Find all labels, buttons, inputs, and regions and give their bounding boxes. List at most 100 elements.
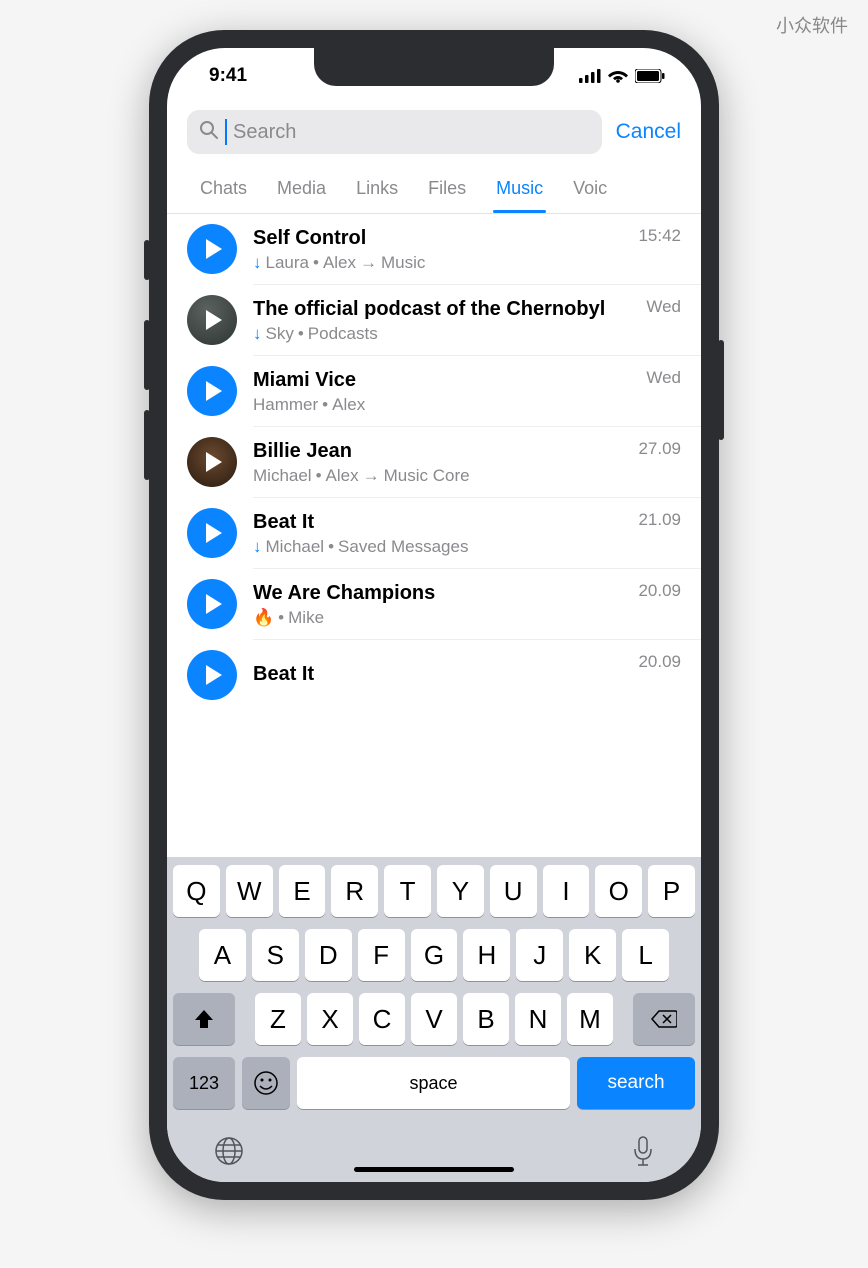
tab-links[interactable]: Links xyxy=(341,172,413,213)
item-body: Self Control↓ Laura • Alex →Music xyxy=(253,226,622,273)
sub-text: Alex xyxy=(332,395,365,415)
item-subtitle: 🔥 • Mike xyxy=(253,608,622,628)
key-c[interactable]: C xyxy=(359,993,405,1045)
list-item[interactable]: Miami ViceHammer • AlexWed xyxy=(167,356,701,426)
text-cursor xyxy=(225,119,227,145)
music-list[interactable]: Self Control↓ Laura • Alex →Music15:42Th… xyxy=(167,214,701,857)
space-key[interactable]: space xyxy=(297,1057,570,1109)
sub-text: Hammer xyxy=(253,395,318,415)
key-e[interactable]: E xyxy=(279,865,326,917)
item-time: 21.09 xyxy=(638,510,681,530)
list-item[interactable]: We Are Champions🔥 • Mike 20.09 xyxy=(167,569,701,639)
item-body: Beat It↓ Michael • Saved Messages xyxy=(253,510,622,557)
sub-text: • xyxy=(322,395,328,415)
item-time: 20.09 xyxy=(638,652,681,672)
item-time: 27.09 xyxy=(638,439,681,459)
list-item[interactable]: The official podcast of the Chernobyl↓ S… xyxy=(167,285,701,355)
key-u[interactable]: U xyxy=(490,865,537,917)
mic-icon[interactable] xyxy=(631,1135,655,1172)
key-q[interactable]: Q xyxy=(173,865,220,917)
sub-text: Music xyxy=(381,253,425,273)
tab-chats[interactable]: Chats xyxy=(185,172,262,213)
item-title: Beat It xyxy=(253,662,622,687)
forward-icon: → xyxy=(360,253,377,273)
tab-music[interactable]: Music xyxy=(481,172,558,213)
tab-media[interactable]: Media xyxy=(262,172,341,213)
tab-voice[interactable]: Voic xyxy=(558,172,622,213)
key-p[interactable]: P xyxy=(648,865,695,917)
numbers-key[interactable]: 123 xyxy=(173,1057,235,1109)
side-button xyxy=(144,240,150,280)
key-i[interactable]: I xyxy=(543,865,590,917)
key-a[interactable]: A xyxy=(199,929,246,981)
key-v[interactable]: V xyxy=(411,993,457,1045)
side-button xyxy=(718,340,724,440)
list-item[interactable]: Self Control↓ Laura • Alex →Music15:42 xyxy=(167,214,701,284)
phone-frame: 9:41 Cancel xyxy=(149,30,719,1200)
side-button xyxy=(144,410,150,480)
search-input[interactable] xyxy=(233,121,590,144)
sub-text: • xyxy=(298,324,304,344)
play-button[interactable] xyxy=(187,579,237,629)
home-indicator[interactable] xyxy=(354,1167,514,1172)
play-icon xyxy=(206,665,222,685)
item-body: We Are Champions🔥 • Mike xyxy=(253,581,622,628)
list-item[interactable]: Beat It 20.09 xyxy=(167,640,701,710)
sub-text: Saved Messages xyxy=(338,537,468,557)
item-subtitle: Michael • Alex →Music Core xyxy=(253,466,622,486)
sub-text: • xyxy=(316,466,322,486)
item-subtitle: Hammer • Alex xyxy=(253,395,630,415)
play-button[interactable] xyxy=(187,295,237,345)
emoji-key[interactable] xyxy=(242,1057,290,1109)
play-button[interactable] xyxy=(187,508,237,558)
cellular-icon xyxy=(579,69,601,83)
download-icon: ↓ xyxy=(253,253,262,273)
play-icon xyxy=(206,310,222,330)
play-button[interactable] xyxy=(187,437,237,487)
item-title: Billie Jean xyxy=(253,439,622,464)
item-subtitle: ↓ Laura • Alex →Music xyxy=(253,253,622,273)
search-box[interactable] xyxy=(187,110,602,154)
cancel-button[interactable]: Cancel xyxy=(616,120,681,144)
key-m[interactable]: M xyxy=(567,993,613,1045)
key-o[interactable]: O xyxy=(595,865,642,917)
backspace-key[interactable] xyxy=(633,993,695,1045)
key-d[interactable]: D xyxy=(305,929,352,981)
key-z[interactable]: Z xyxy=(255,993,301,1045)
key-f[interactable]: F xyxy=(358,929,405,981)
key-l[interactable]: L xyxy=(622,929,669,981)
key-s[interactable]: S xyxy=(252,929,299,981)
search-key[interactable]: search xyxy=(577,1057,695,1109)
list-item[interactable]: Billie JeanMichael • Alex →Music Core 27.… xyxy=(167,427,701,497)
key-j[interactable]: J xyxy=(516,929,563,981)
fire-icon: 🔥 xyxy=(253,608,274,628)
key-g[interactable]: G xyxy=(411,929,458,981)
globe-icon[interactable] xyxy=(213,1135,245,1172)
status-time: 9:41 xyxy=(209,65,247,87)
play-button[interactable] xyxy=(187,650,237,700)
play-icon xyxy=(206,239,222,259)
sub-text: • xyxy=(313,253,319,273)
key-h[interactable]: H xyxy=(463,929,510,981)
list-item[interactable]: Beat It↓ Michael • Saved Messages 21.09 xyxy=(167,498,701,568)
item-body: Billie JeanMichael • Alex →Music Core xyxy=(253,439,622,486)
keyboard-bottom xyxy=(173,1117,695,1182)
key-y[interactable]: Y xyxy=(437,865,484,917)
play-icon xyxy=(206,594,222,614)
item-time: 20.09 xyxy=(638,581,681,601)
item-time: Wed xyxy=(646,297,681,317)
key-w[interactable]: W xyxy=(226,865,273,917)
key-x[interactable]: X xyxy=(307,993,353,1045)
play-button[interactable] xyxy=(187,366,237,416)
keyboard: QWERTYUIOP ASDFGHJKL ZXCVBNM 123 space s… xyxy=(167,857,701,1182)
shift-key[interactable] xyxy=(173,993,235,1045)
key-b[interactable]: B xyxy=(463,993,509,1045)
key-k[interactable]: K xyxy=(569,929,616,981)
key-n[interactable]: N xyxy=(515,993,561,1045)
item-body: Beat It xyxy=(253,662,622,689)
play-button[interactable] xyxy=(187,224,237,274)
key-t[interactable]: T xyxy=(384,865,431,917)
tab-files[interactable]: Files xyxy=(413,172,481,213)
sub-text: • xyxy=(328,537,334,557)
key-r[interactable]: R xyxy=(331,865,378,917)
